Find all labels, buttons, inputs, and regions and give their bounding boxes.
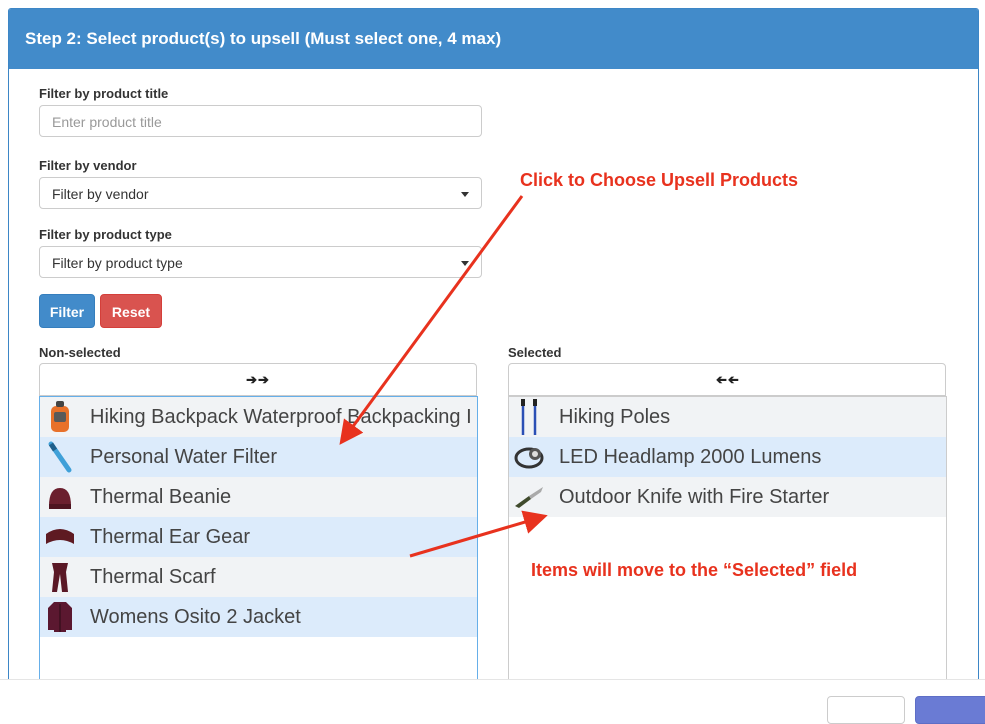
type-filter-select[interactable]: Filter by product type <box>39 246 482 278</box>
title-filter-label: Filter by product title <box>39 86 169 101</box>
list-item-label: Personal Water Filter <box>90 445 278 468</box>
headlamp-icon <box>513 439 545 475</box>
list-item-label: Hiking Poles <box>559 405 671 428</box>
hiking-poles-icon <box>513 399 545 435</box>
chevron-down-icon <box>461 261 469 266</box>
list-item[interactable]: Womens Osito 2 Jacket <box>40 597 477 637</box>
remove-all-button[interactable]: ➔➔ <box>508 363 946 396</box>
save-button[interactable] <box>915 696 985 724</box>
nonselected-label: Non-selected <box>39 345 121 360</box>
annotation-choose: Click to Choose Upsell Products <box>520 170 799 190</box>
move-all-button[interactable]: ➔➔ <box>39 363 477 396</box>
selected-label: Selected <box>508 345 562 360</box>
backpack-icon <box>44 399 76 435</box>
panel-title: Step 2: Select product(s) to upsell (Mus… <box>9 9 978 69</box>
filter-button[interactable]: Filter <box>39 294 95 328</box>
list-item-label: Hiking Backpack Waterproof Backpacking I <box>90 405 472 428</box>
beanie-icon <box>44 479 76 515</box>
double-right-arrow-icon: ➔➔ <box>246 372 270 387</box>
annotation-move: Items will move to the “Selected” field <box>531 560 858 580</box>
vendor-filter-value: Filter by vendor <box>52 186 149 202</box>
list-item-label: Thermal Scarf <box>90 565 216 588</box>
chevron-down-icon <box>461 192 469 197</box>
list-item-label: Thermal Ear Gear <box>90 525 251 548</box>
list-item-label: Womens Osito 2 Jacket <box>90 605 301 628</box>
type-filter-value: Filter by product type <box>52 255 183 271</box>
vendor-filter-label: Filter by vendor <box>39 158 137 173</box>
list-item[interactable]: Outdoor Knife with Fire Starter <box>509 477 946 517</box>
list-item[interactable]: Hiking Backpack Waterproof Backpacking I <box>40 397 477 437</box>
reset-button[interactable]: Reset <box>100 294 162 328</box>
scarf-icon <box>44 559 76 595</box>
cancel-button[interactable] <box>827 696 905 724</box>
list-item[interactable]: Thermal Beanie <box>40 477 477 517</box>
list-item[interactable]: LED Headlamp 2000 Lumens <box>509 437 946 477</box>
list-item[interactable]: Thermal Ear Gear <box>40 517 477 557</box>
list-item-label: LED Headlamp 2000 Lumens <box>559 445 822 468</box>
title-filter-input[interactable]: Enter product title <box>39 105 482 137</box>
double-left-arrow-icon: ➔➔ <box>715 372 739 387</box>
water-filter-icon <box>44 439 76 475</box>
type-filter-label: Filter by product type <box>39 227 172 242</box>
knife-icon <box>513 479 545 515</box>
jacket-icon <box>44 599 76 635</box>
selected-list[interactable]: Hiking Poles LED Headlamp 2000 Lumens Ou… <box>508 396 947 686</box>
list-item-label: Outdoor Knife with Fire Starter <box>559 485 830 508</box>
list-item[interactable]: Thermal Scarf <box>40 557 477 597</box>
list-item[interactable]: Hiking Poles <box>509 397 946 437</box>
nonselected-list[interactable]: Hiking Backpack Waterproof Backpacking I… <box>39 396 478 686</box>
list-item[interactable]: Personal Water Filter <box>40 437 477 477</box>
vendor-filter-select[interactable]: Filter by vendor <box>39 177 482 209</box>
list-item-label: Thermal Beanie <box>90 485 232 508</box>
ear-gear-icon <box>44 519 76 555</box>
